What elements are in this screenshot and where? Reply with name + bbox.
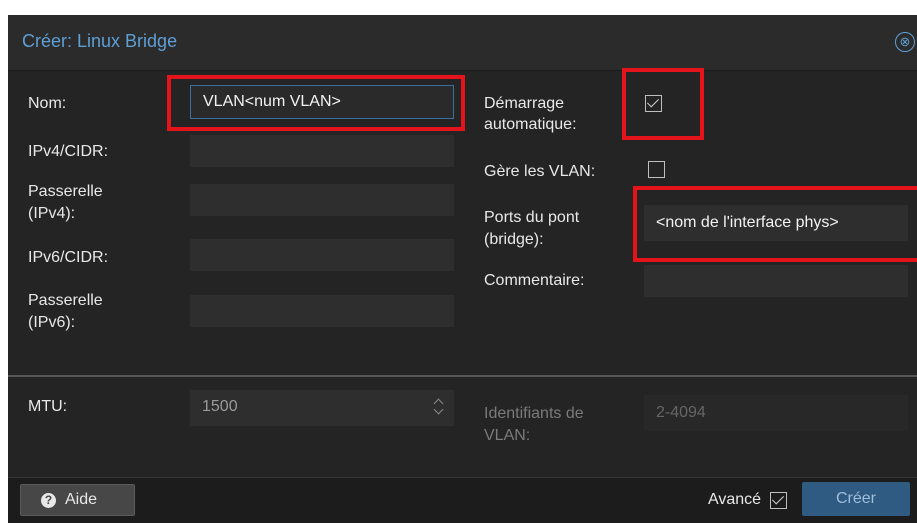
bridge-ports-label-line2: (bridge): [484, 231, 544, 248]
create-linux-bridge-dialog: Créer: Linux Bridge ⊗ Nom: VLAN<num VLAN… [8, 15, 917, 523]
autostart-label-line2: automatique: [484, 116, 577, 133]
help-button[interactable]: ? Aide [20, 484, 135, 516]
gateway-ipv6-label-line1: Passerelle [28, 292, 103, 309]
mtu-input[interactable]: 1500 [190, 390, 454, 426]
vlan-aware-checkbox[interactable] [648, 161, 665, 178]
gateway-ipv6-label-line2: (IPv6): [28, 314, 76, 331]
help-button-label: Aide [65, 491, 98, 508]
mtu-label: MTU: [28, 398, 68, 415]
vlan-ids-label-line1: Identifiants de [484, 405, 584, 422]
name-label: Nom: [28, 95, 67, 112]
create-button-label: Créer [835, 490, 876, 507]
question-circle-icon: ? [41, 493, 56, 508]
close-icon[interactable]: ⊗ [895, 32, 915, 52]
dialog-footer: ? Aide Avancé Créer [8, 477, 917, 523]
advanced-label: Avancé [708, 491, 762, 508]
ipv6-input[interactable] [190, 239, 454, 271]
dialog-title: Créer: Linux Bridge [22, 31, 178, 51]
bridge-ports-label-line1: Ports du pont [484, 209, 580, 226]
gateway-ipv4-label-line1: Passerelle [28, 183, 103, 200]
dialog-titlebar: Créer: Linux Bridge ⊗ [8, 15, 917, 71]
comment-label: Commentaire: [484, 272, 585, 289]
highlight-bridge-ports-field [633, 186, 917, 262]
ipv6-label: IPv6/CIDR: [28, 249, 109, 266]
ipv4-input[interactable] [190, 135, 454, 167]
vlan-aware-label: Gère les VLAN: [484, 163, 596, 180]
vlan-ids-label-line2: VLAN: [484, 427, 531, 444]
mtu-value: 1500 [202, 398, 238, 415]
create-button[interactable]: Créer [802, 482, 910, 516]
vlan-ids-placeholder: 2-4094 [656, 404, 706, 421]
vlan-ids-input[interactable]: 2-4094 [644, 395, 908, 431]
ipv4-label: IPv4/CIDR: [28, 143, 109, 160]
spinner-icon[interactable] [434, 397, 444, 415]
advanced-separator [8, 375, 917, 377]
highlight-name-field [167, 75, 465, 131]
comment-input[interactable] [644, 265, 908, 297]
highlight-autostart-checkbox [622, 68, 704, 140]
gateway-ipv4-label-line2: (IPv4): [28, 205, 76, 222]
gateway-ipv6-input[interactable] [190, 295, 454, 327]
autostart-label-line1: Démarrage [484, 95, 565, 112]
advanced-checkbox[interactable] [770, 492, 787, 509]
gateway-ipv4-input[interactable] [190, 184, 454, 216]
